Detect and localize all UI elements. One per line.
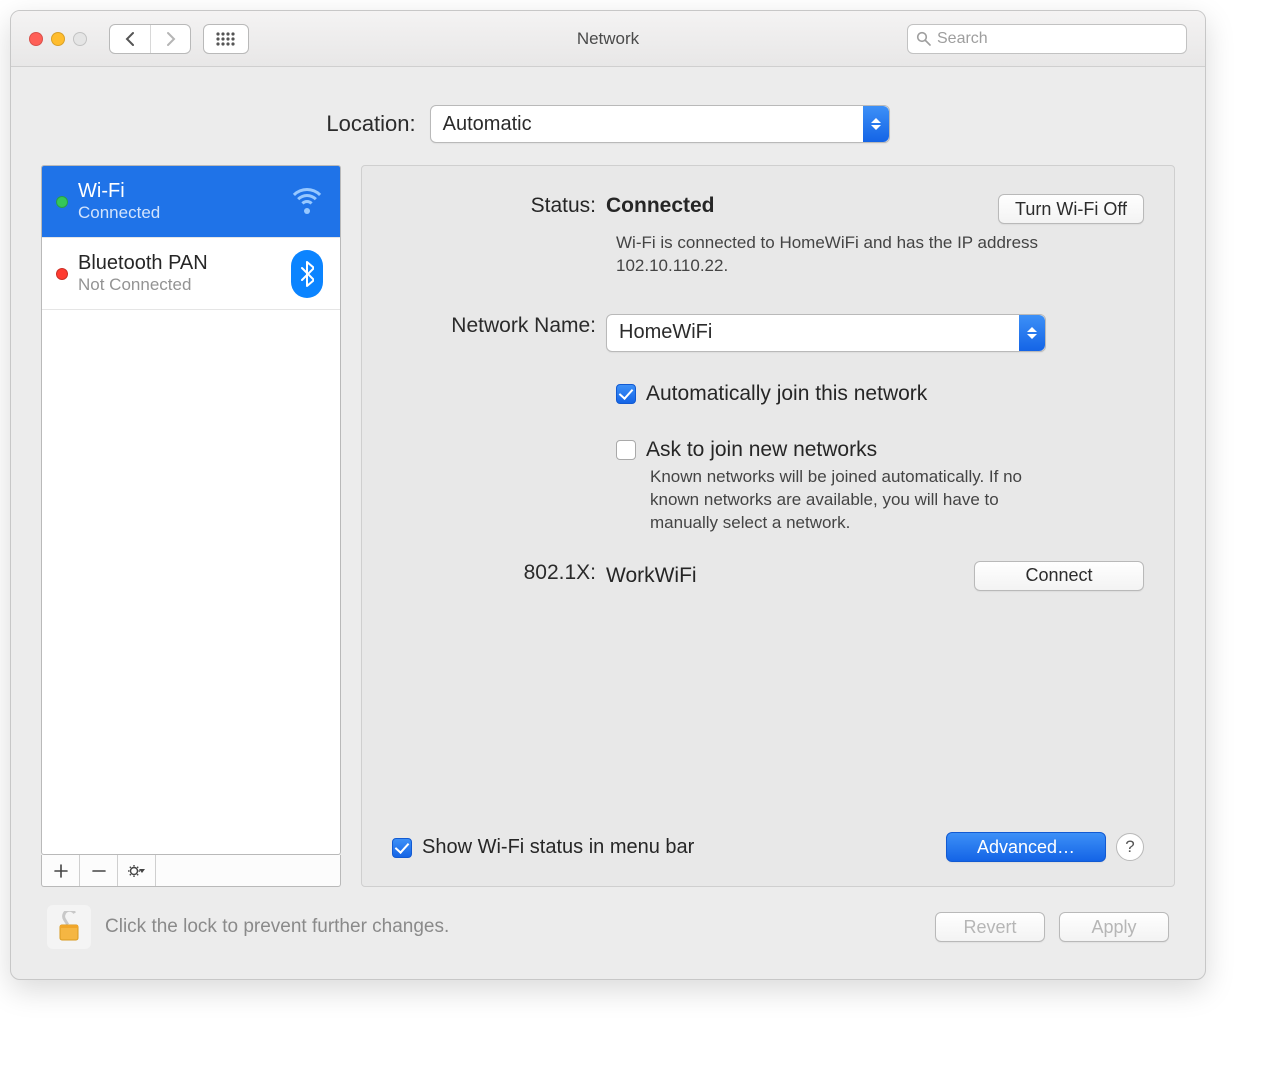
network-name-value: HomeWiFi (619, 321, 712, 344)
service-list[interactable]: Wi-Fi Connected Bluetooth PAN Not Connec… (41, 165, 341, 855)
minus-icon (92, 864, 106, 878)
traffic-lights (29, 32, 87, 46)
toolbar-nav (109, 24, 249, 54)
network-name-popup[interactable]: HomeWiFi (606, 314, 1046, 352)
search-input[interactable] (937, 30, 1178, 48)
updown-arrows-icon (1019, 315, 1045, 351)
question-icon: ? (1125, 837, 1134, 857)
updown-arrows-icon (863, 106, 889, 142)
chevron-left-icon (124, 31, 136, 47)
titlebar: Network (11, 11, 1205, 67)
location-value: Automatic (443, 113, 532, 136)
status-dot-icon (56, 196, 68, 208)
service-state: Connected (78, 203, 160, 223)
back-forward-segment (109, 24, 191, 54)
bottom-bar: Click the lock to prevent further change… (41, 887, 1175, 955)
service-item-wifi[interactable]: Wi-Fi Connected (42, 166, 340, 238)
remove-service-button[interactable] (80, 855, 118, 886)
add-service-button[interactable] (42, 855, 80, 886)
forward-button[interactable] (150, 25, 190, 53)
lock-open-icon (56, 911, 82, 943)
service-name: Bluetooth PAN (78, 251, 208, 275)
chevron-right-icon (165, 31, 177, 47)
auto-join-checkbox[interactable] (616, 384, 636, 404)
apply-button[interactable]: Apply (1059, 912, 1169, 942)
service-name: Wi-Fi (78, 179, 160, 203)
advanced-button[interactable]: Advanced… (946, 832, 1106, 862)
bluetooth-icon (284, 251, 330, 297)
location-row: Location: Automatic (41, 81, 1175, 165)
help-button[interactable]: ? (1116, 833, 1144, 861)
minimize-window-button[interactable] (51, 32, 65, 46)
lock-message: Click the lock to prevent further change… (105, 916, 449, 938)
wifi-toggle-button[interactable]: Turn Wi-Fi Off (998, 194, 1144, 224)
status-value: Connected (606, 194, 715, 217)
gear-dropdown-icon (127, 864, 147, 878)
wifi-icon (284, 179, 330, 225)
service-actions-button[interactable] (118, 855, 156, 886)
search-icon (916, 31, 931, 46)
service-sidebar: Wi-Fi Connected Bluetooth PAN Not Connec… (41, 165, 341, 887)
back-button[interactable] (110, 25, 150, 53)
grid-icon (216, 32, 236, 46)
ask-join-help: Known networks will be joined automatica… (650, 466, 1070, 535)
ask-join-label: Ask to join new networks (646, 438, 877, 462)
search-field[interactable] (907, 24, 1187, 54)
service-detail-pane: Status: Connected Turn Wi-Fi Off Wi-Fi i… (361, 165, 1175, 887)
status-dot-icon (56, 268, 68, 280)
revert-button[interactable]: Revert (935, 912, 1045, 942)
service-state: Not Connected (78, 275, 208, 295)
authx-value: WorkWiFi (606, 564, 697, 588)
status-label: Status: (392, 194, 606, 224)
ask-join-checkbox[interactable] (616, 440, 636, 460)
lock-button[interactable] (47, 905, 91, 949)
network-name-label: Network Name: (392, 314, 606, 352)
zoom-window-button (73, 32, 87, 46)
network-preferences-window: Network Location: Automatic Wi-Fi (10, 10, 1206, 980)
status-description: Wi-Fi is connected to HomeWiFi and has t… (616, 232, 1056, 278)
show-menubar-label: Show Wi-Fi status in menu bar (422, 836, 694, 859)
location-label: Location: (326, 111, 415, 137)
close-window-button[interactable] (29, 32, 43, 46)
auto-join-label: Automatically join this network (646, 382, 927, 406)
authx-label: 802.1X: (392, 561, 606, 591)
show-menubar-checkbox[interactable] (392, 838, 412, 858)
location-popup[interactable]: Automatic (430, 105, 890, 143)
plus-icon (54, 864, 68, 878)
authx-connect-button[interactable]: Connect (974, 561, 1144, 591)
service-list-toolbar (41, 855, 341, 887)
service-item-bluetooth-pan[interactable]: Bluetooth PAN Not Connected (42, 238, 340, 310)
show-all-button[interactable] (203, 24, 249, 54)
